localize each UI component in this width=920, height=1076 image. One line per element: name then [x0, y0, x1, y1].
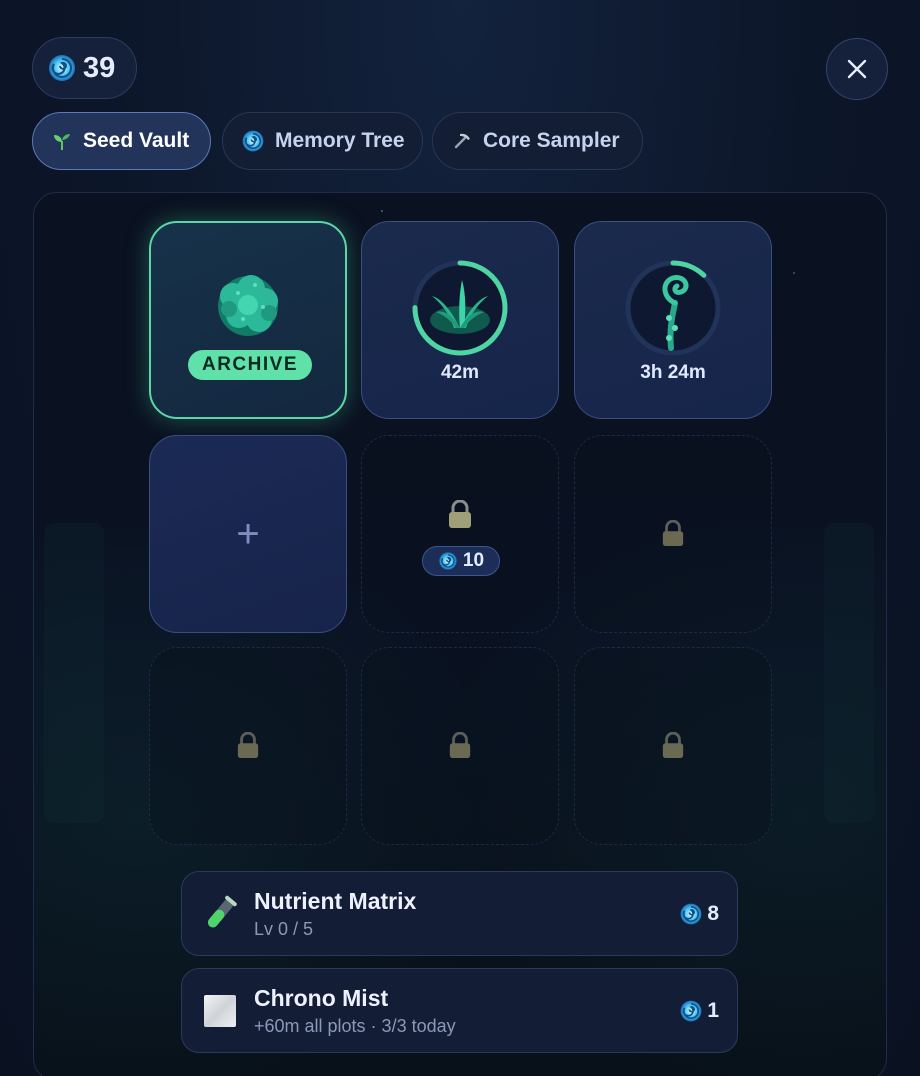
plot-1[interactable]: ARCHIVE	[149, 221, 347, 419]
seed-vault-panel: 39 Seed Vault Memory Tree Core Sampler A…	[0, 0, 920, 1076]
currency-amount: 39	[83, 51, 116, 84]
upgrade-cost: 1	[679, 999, 719, 1023]
mist-square-icon	[204, 995, 236, 1027]
pickaxe-icon	[454, 133, 470, 149]
upgrade-title: Chrono Mist	[254, 985, 389, 1011]
test-tube-icon	[207, 895, 237, 928]
plot-2[interactable]: 42m	[361, 221, 559, 419]
plot-7-locked[interactable]	[149, 647, 347, 845]
tab-core-sampler[interactable]: Core Sampler	[432, 112, 643, 170]
archive-badge: ARCHIVE	[188, 350, 312, 380]
spiral-gem-icon	[680, 1000, 702, 1022]
progress-ring	[625, 260, 721, 356]
plot-4-empty[interactable]: +	[149, 435, 347, 633]
close-button[interactable]	[826, 38, 888, 100]
progress-ring	[412, 260, 508, 356]
tab-label: Seed Vault	[83, 129, 190, 152]
upgrade-cost: 8	[679, 902, 719, 926]
upgrade-cost-amount: 1	[707, 999, 719, 1022]
plot-6-locked[interactable]	[574, 435, 772, 633]
grow-timer: 42m	[440, 362, 480, 383]
lock-icon	[449, 500, 471, 528]
lock-icon	[449, 732, 471, 758]
lock-icon	[237, 732, 259, 758]
currency-counter: 39	[32, 37, 137, 99]
spiral-gem-icon	[439, 552, 457, 570]
upgrade-title: Nutrient Matrix	[254, 888, 417, 914]
sprout-icon	[54, 134, 70, 150]
upgrade-cost-amount: 8	[707, 902, 719, 925]
tab-memory-tree[interactable]: Memory Tree	[222, 112, 423, 170]
plot-3[interactable]: 3h 24m	[574, 221, 772, 419]
upgrade-chrono-mist[interactable]: Chrono Mist +60m all plots · 3/3 today 1	[181, 968, 738, 1053]
tab-label: Memory Tree	[275, 129, 405, 152]
spiral-gem-icon	[49, 55, 75, 81]
lock-icon	[662, 520, 684, 546]
tab-seed-vault[interactable]: Seed Vault	[32, 112, 211, 170]
close-icon	[847, 59, 867, 79]
teal-coral-plant-icon	[218, 275, 278, 336]
unlock-price-amount: 10	[462, 550, 485, 571]
upgrade-subtitle: +60m all plots · 3/3 today	[254, 1016, 456, 1036]
lock-icon	[662, 732, 684, 758]
upgrade-subtitle: Lv 0 / 5	[254, 919, 314, 939]
plot-5-locked[interactable]: 10	[361, 435, 559, 633]
plot-9-locked[interactable]	[574, 647, 772, 845]
plot-8-locked[interactable]	[361, 647, 559, 845]
add-plant-icon: +	[236, 512, 260, 556]
upgrade-nutrient-matrix[interactable]: Nutrient Matrix Lv 0 / 5 8	[181, 871, 738, 956]
unlock-price[interactable]: 10	[422, 546, 500, 576]
spiral-gem-icon	[680, 903, 702, 925]
tab-label: Core Sampler	[483, 129, 620, 152]
grow-timer: 3h 24m	[640, 362, 706, 383]
spiral-gem-icon	[242, 130, 264, 152]
